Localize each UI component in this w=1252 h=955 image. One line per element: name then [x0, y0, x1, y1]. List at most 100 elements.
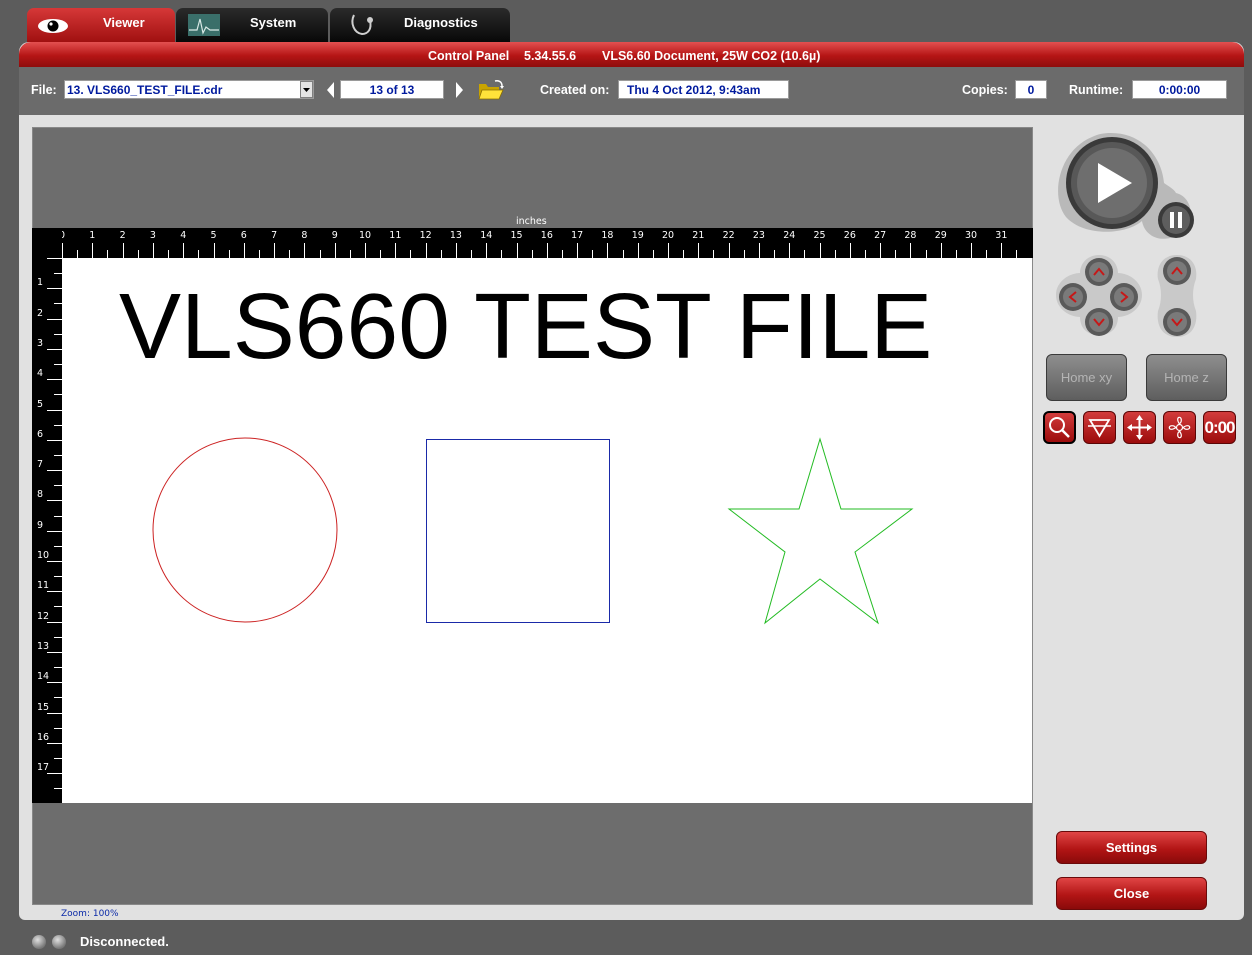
h-ruler-label: 10 — [359, 230, 372, 241]
h-ruler-label: 1 — [89, 230, 96, 241]
h-ruler-tick — [652, 250, 654, 258]
v-ruler-label: 1 — [37, 277, 44, 289]
h-ruler-tick — [395, 243, 397, 258]
star-shape[interactable] — [727, 437, 914, 625]
h-ruler-tick — [774, 250, 776, 258]
home-z-button[interactable]: Home z — [1146, 354, 1227, 401]
jog-down-button[interactable] — [1085, 308, 1113, 336]
v-ruler-tick — [54, 515, 62, 517]
jog-left-button[interactable] — [1059, 283, 1087, 311]
focus-tool-button[interactable] — [1083, 411, 1116, 444]
h-ruler-tick — [607, 243, 609, 258]
home-xy-button[interactable]: Home xy — [1046, 354, 1127, 401]
v-ruler-tick — [47, 439, 62, 441]
h-ruler-label: 12 — [419, 230, 432, 241]
h-ruler-tick — [743, 250, 745, 258]
copies-label: Copies: — [962, 83, 1008, 97]
v-ruler-label: 12 — [37, 610, 50, 622]
previous-page-icon[interactable] — [326, 81, 336, 99]
file-select[interactable]: 13. VLS660_TEST_FILE.cdr — [64, 80, 314, 99]
h-ruler-tick — [243, 243, 245, 258]
h-ruler-label: 19 — [631, 230, 644, 241]
file-dropdown-button[interactable] — [300, 81, 313, 98]
horizontal-ruler: 0 1 2 3 4 5 6 7 8 9 10 11 12 13 14 15 16 17 18 19 20 21 22 23 24… — [32, 228, 1033, 258]
z-up-button[interactable] — [1163, 257, 1191, 285]
zoom-tool-button[interactable] — [1043, 411, 1076, 444]
h-ruler-tick — [986, 250, 988, 258]
open-folder-icon[interactable] — [477, 79, 505, 101]
h-ruler-tick — [137, 250, 139, 258]
move-tool-button[interactable] — [1123, 411, 1156, 444]
jog-up-button[interactable] — [1085, 258, 1113, 286]
h-ruler-label: 11 — [389, 230, 402, 241]
h-ruler-tick — [122, 243, 124, 258]
z-down-button[interactable] — [1163, 308, 1191, 336]
v-ruler-tick — [47, 500, 62, 502]
h-ruler-label: 30 — [965, 230, 978, 241]
h-ruler-tick — [289, 250, 291, 258]
v-ruler-tick — [54, 394, 62, 396]
h-ruler-tick — [546, 243, 548, 258]
square-shape[interactable] — [426, 439, 610, 623]
v-ruler-tick — [54, 788, 62, 790]
v-ruler-tick — [47, 651, 62, 653]
close-button[interactable]: Close — [1056, 877, 1207, 910]
v-ruler-label: 16 — [37, 731, 50, 743]
circle-shape[interactable] — [152, 437, 338, 623]
air-assist-tool-button[interactable] — [1163, 411, 1196, 444]
v-ruler-tick — [54, 485, 62, 487]
h-ruler-tick — [455, 243, 457, 258]
v-ruler-tick — [47, 682, 62, 684]
jog-right-button[interactable] — [1110, 283, 1138, 311]
h-ruler-tick — [668, 243, 669, 258]
v-ruler-tick — [47, 348, 62, 350]
estimate-time-button[interactable]: 0:00 — [1203, 411, 1236, 444]
h-ruler-tick — [516, 243, 518, 258]
tab-viewer-label: Viewer — [103, 15, 145, 30]
play-pause-control — [1058, 133, 1194, 239]
tab-viewer[interactable]: Viewer — [27, 8, 175, 42]
job-page[interactable]: VLS660 TEST FILE — [62, 258, 1032, 803]
tab-diagnostics-label: Diagnostics — [404, 15, 478, 30]
created-value: Thu 4 Oct 2012, 9:43am — [627, 83, 761, 97]
waveform-icon — [188, 14, 220, 36]
h-ruler-label: 27 — [874, 230, 887, 241]
created-field: Thu 4 Oct 2012, 9:43am — [618, 80, 789, 99]
h-ruler-tick — [349, 250, 351, 258]
tab-system[interactable]: System — [176, 8, 328, 42]
zoom-level: Zoom: 100% — [61, 909, 119, 919]
document-info: VLS6.60 Document, 25W CO2 (10.6µ) — [602, 49, 821, 63]
h-ruler-tick — [864, 250, 866, 258]
v-ruler-tick — [47, 591, 62, 593]
pause-button[interactable] — [1158, 202, 1194, 238]
tab-diagnostics[interactable]: Diagnostics — [330, 8, 510, 42]
v-ruler-tick — [54, 606, 62, 608]
h-ruler-tick — [698, 243, 700, 258]
vector-shapes — [152, 437, 914, 625]
app-version: 5.34.55.6 — [524, 49, 577, 63]
h-ruler-label: 9 — [331, 230, 338, 241]
timer-label: 0:00 — [1204, 418, 1235, 437]
v-ruler-tick — [54, 303, 62, 305]
h-ruler-tick — [168, 250, 170, 258]
v-ruler-tick — [54, 545, 62, 547]
h-ruler-tick — [971, 243, 972, 258]
fan-icon — [1168, 416, 1191, 439]
h-ruler-tick — [637, 243, 639, 258]
settings-button[interactable]: Settings — [1056, 831, 1207, 864]
v-ruler-tick — [54, 757, 62, 759]
h-ruler-tick — [531, 250, 533, 258]
h-ruler-label: 2 — [119, 230, 126, 241]
h-ruler-tick — [940, 243, 942, 258]
next-page-icon[interactable] — [454, 81, 464, 99]
v-ruler-tick — [54, 667, 62, 669]
runtime-field: 0:00:00 — [1132, 80, 1227, 99]
h-ruler-label: 8 — [301, 230, 308, 241]
title-bar: Control Panel 5.34.55.6 VLS6.60 Document… — [19, 42, 1244, 67]
play-button[interactable] — [1066, 137, 1158, 229]
h-ruler-tick — [334, 243, 336, 258]
v-ruler-tick — [54, 636, 62, 638]
stethoscope-icon — [351, 14, 373, 36]
focus-lens-icon — [1088, 419, 1111, 438]
runtime-value: 0:00:00 — [1158, 83, 1201, 97]
